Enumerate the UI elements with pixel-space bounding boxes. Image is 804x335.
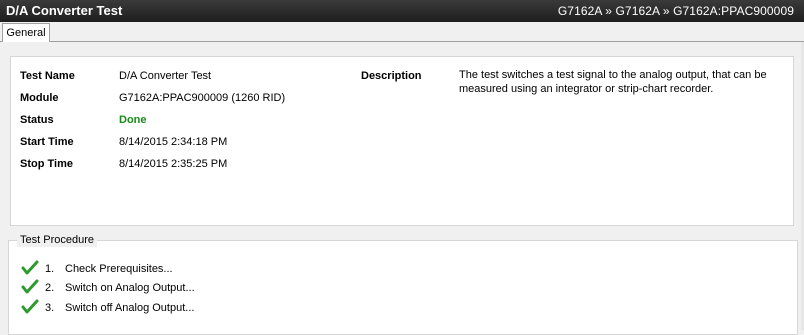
- test-procedure-group: Test Procedure 1. Check Prerequisites...…: [8, 233, 798, 335]
- status-label: Status: [20, 114, 54, 126]
- checkmark-icon: [21, 299, 39, 314]
- stop-time-value: 8/14/2015 2:35:25 PM: [119, 158, 228, 170]
- tab-strip: General: [0, 22, 804, 42]
- step-number: 1.: [45, 263, 55, 275]
- start-time-label: Start Time: [20, 136, 74, 148]
- step-label: Switch off Analog Output...: [65, 302, 195, 314]
- description-label: Description: [361, 70, 422, 82]
- step-label: Switch on Analog Output...: [65, 282, 195, 294]
- description-value: The test switches a test signal to the a…: [459, 69, 767, 95]
- title-bar: D/A Converter Test G7162A » G7162A » G71…: [0, 0, 804, 22]
- test-name-label: Test Name: [20, 70, 75, 82]
- details-panel: Test Name D/A Converter Test Module G716…: [10, 56, 794, 226]
- checkmark-icon: [21, 260, 39, 275]
- test-name-value: D/A Converter Test: [119, 70, 212, 82]
- start-time-value: 8/14/2015 2:34:18 PM: [119, 136, 228, 148]
- tab-general[interactable]: General: [2, 23, 50, 42]
- breadcrumb[interactable]: G7162A » G7162A » G7162A:PPAC900009: [558, 4, 794, 18]
- checkmark-icon: [21, 279, 39, 294]
- step-label: Check Prerequisites...: [65, 263, 173, 275]
- step-number: 2.: [45, 282, 55, 294]
- module-value: G7162A:PPAC900009 (1260 RID): [119, 92, 286, 104]
- test-procedure-title: Test Procedure: [17, 233, 97, 247]
- step-number: 3.: [45, 302, 55, 314]
- status-value: Done: [119, 114, 147, 126]
- module-label: Module: [20, 92, 59, 104]
- stop-time-label: Stop Time: [20, 158, 73, 170]
- window-title: D/A Converter Test: [6, 3, 123, 18]
